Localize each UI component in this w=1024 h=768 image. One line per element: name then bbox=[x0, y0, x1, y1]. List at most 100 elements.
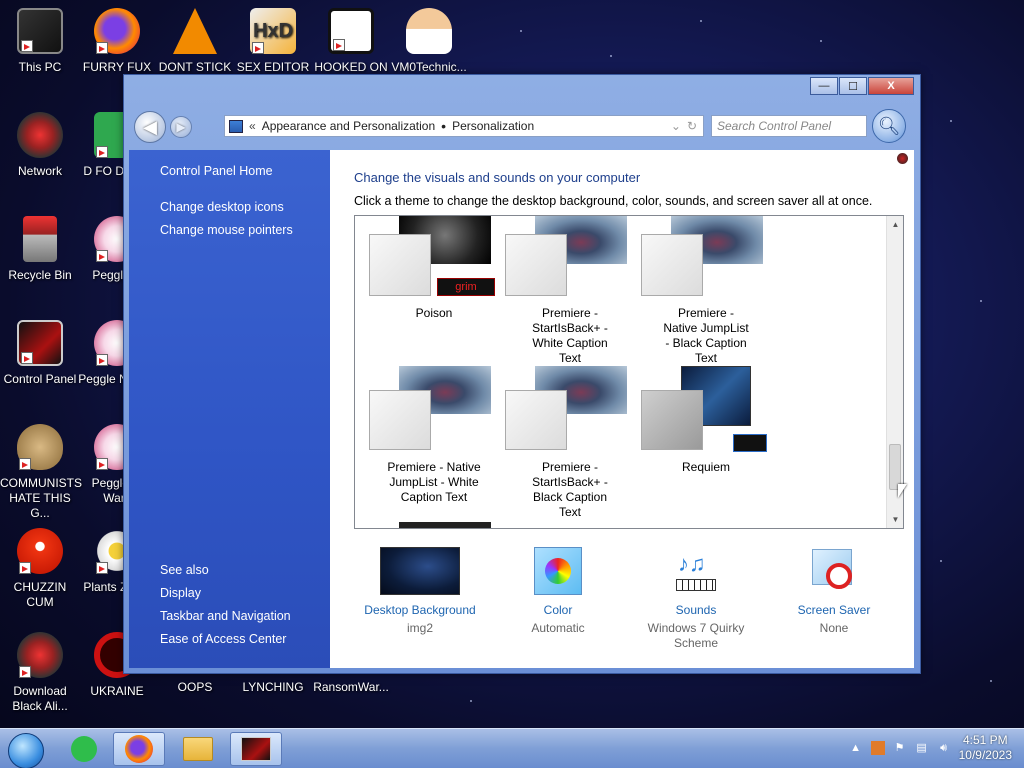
address-bar[interactable]: « Appearance and Personalization • Perso… bbox=[224, 115, 704, 137]
theme-thumbnail bbox=[505, 366, 635, 450]
network-orb-icon bbox=[17, 112, 63, 158]
hxd-icon: HxD bbox=[250, 8, 296, 54]
help-orb-icon[interactable] bbox=[897, 153, 908, 164]
back-button[interactable]: ◀ bbox=[134, 111, 166, 143]
desktop-icon-network[interactable]: Network bbox=[0, 112, 80, 179]
scroll-up-icon[interactable]: ▲ bbox=[887, 216, 903, 233]
screen-saver-label[interactable]: Screen Saver bbox=[769, 603, 899, 617]
search-input[interactable]: Search Control Panel bbox=[711, 115, 867, 137]
desktop-background-label[interactable]: Desktop Background bbox=[355, 603, 485, 617]
taskbar-app-firefox[interactable] bbox=[113, 732, 165, 766]
taskbar-app-notes[interactable] bbox=[58, 732, 110, 766]
control-panel-icon bbox=[241, 737, 271, 761]
change-mouse-pointers-link[interactable]: Change mouse pointers bbox=[160, 223, 293, 237]
desktop-icon-label: FURRY FUX bbox=[82, 60, 152, 74]
desktop-icon-vm0technic[interactable]: VM0Technic... bbox=[389, 8, 469, 75]
firefox-icon bbox=[94, 8, 140, 54]
desktop-icon-label: DONT STICK bbox=[158, 60, 232, 74]
theme-list-scrollbar[interactable]: ▲ ▼ bbox=[886, 216, 903, 528]
network-tray-icon[interactable]: ▤ bbox=[915, 741, 929, 755]
breadcrumb-appearance[interactable]: Appearance and Personalization bbox=[262, 119, 435, 133]
forward-arrow-icon: ▶ bbox=[176, 120, 186, 134]
taskbar-navigation-link[interactable]: Taskbar and Navigation bbox=[160, 609, 291, 623]
sounds-label[interactable]: Sounds bbox=[631, 603, 761, 617]
color-setting[interactable]: Color Automatic bbox=[493, 547, 623, 636]
desktop-background-icon bbox=[380, 547, 460, 595]
desktop-icon-furry-fux[interactable]: FURRY FUX bbox=[77, 8, 157, 75]
desktop-icon-label: LYNCHING bbox=[242, 680, 304, 694]
display-link[interactable]: Display bbox=[160, 586, 201, 600]
color-label[interactable]: Color bbox=[493, 603, 623, 617]
volume-icon[interactable]: 🔊︎ bbox=[937, 741, 951, 755]
breadcrumb-personalization[interactable]: Personalization bbox=[452, 119, 534, 133]
desktop-icon-label: SEX EDITOR bbox=[236, 60, 310, 74]
theme-thumbnail bbox=[641, 366, 771, 452]
flag-icon[interactable]: ⚑ bbox=[893, 741, 907, 755]
desktop-icon-label: Control Panel bbox=[3, 372, 77, 386]
theme-premiere-sib-black[interactable]: Premiere - StartIsBack+ - Black Caption … bbox=[505, 366, 635, 520]
breadcrumb-separator[interactable]: • bbox=[441, 118, 446, 134]
theme-thumbnail bbox=[641, 216, 771, 300]
main-content: Change the visuals and sounds on your co… bbox=[330, 150, 914, 668]
desktop-background-setting[interactable]: Desktop Background img2 bbox=[355, 547, 485, 636]
start-button[interactable] bbox=[8, 733, 44, 768]
close-button[interactable]: X bbox=[868, 77, 914, 95]
theme-list[interactable]: grim Poison Premiere - StartIsBack+ - Wh… bbox=[354, 215, 904, 529]
green-chat-icon bbox=[71, 736, 97, 762]
desktop-icon-oops[interactable]: OOPS bbox=[155, 680, 235, 695]
theme-name: Premiere - StartIsBack+ - White Caption … bbox=[532, 306, 608, 365]
desktop-icon-communists[interactable]: COMMUNISTS HATE THIS G... bbox=[0, 424, 82, 521]
desktop-icon-label: OOPS bbox=[177, 680, 213, 694]
back-arrow-icon: ◀ bbox=[143, 116, 157, 137]
taskbar-app-explorer[interactable] bbox=[172, 732, 224, 766]
theme-premiere-jumplist-white[interactable]: Premiere - Native JumpList - White Capti… bbox=[369, 366, 499, 505]
sounds-setting[interactable]: ♪♫ Sounds Windows 7 Quirky Scheme bbox=[631, 547, 761, 651]
desktop-icon-label: RansomWar... bbox=[313, 680, 389, 694]
tray-app-icon[interactable] bbox=[870, 741, 885, 755]
page-subtitle: Click a theme to change the desktop back… bbox=[354, 194, 873, 208]
desktop-icon-label: UKRAINE bbox=[90, 684, 144, 698]
desktop-icon-hooked-on[interactable]: HOOKED ON bbox=[311, 8, 391, 75]
minimize-button[interactable]: — bbox=[810, 77, 838, 95]
scroll-down-icon[interactable]: ▼ bbox=[887, 511, 903, 528]
theme-premiere-jumplist-black[interactable]: Premiere - Native JumpList - Black Capti… bbox=[641, 216, 771, 366]
desktop-icon-control-panel[interactable]: Control Panel bbox=[0, 320, 80, 387]
theme-premiere-sib-white[interactable]: Premiere - StartIsBack+ - White Caption … bbox=[505, 216, 635, 366]
desktop-icon-sex-editor[interactable]: HxD SEX EDITOR bbox=[233, 8, 313, 75]
clock[interactable]: 4:51 PM 10/9/2023 bbox=[959, 733, 1012, 763]
search-button[interactable]: 🔍︎ bbox=[872, 109, 906, 143]
maximize-button[interactable]: ☐ bbox=[839, 77, 867, 95]
theme-poison[interactable]: grim Poison bbox=[369, 216, 499, 321]
screen-saver-setting[interactable]: Screen Saver None bbox=[769, 547, 899, 636]
desktop-icon-recycle-bin[interactable]: Recycle Bin bbox=[0, 216, 80, 283]
desktop-icon-chuzzin-cum[interactable]: CHUZZIN CUM bbox=[0, 528, 80, 610]
taskbar-app-control-panel[interactable] bbox=[230, 732, 282, 766]
dropdown-chevron-icon[interactable]: ⌄ bbox=[671, 119, 681, 133]
maze-icon bbox=[328, 8, 374, 54]
page-heading: Change the visuals and sounds on your co… bbox=[354, 170, 641, 185]
desktop-icon-label: CHUZZIN CUM bbox=[13, 580, 67, 609]
change-desktop-icons-link[interactable]: Change desktop icons bbox=[160, 200, 284, 214]
refresh-icon[interactable]: ↻ bbox=[687, 119, 697, 133]
theme-requiem[interactable]: Requiem bbox=[641, 366, 771, 475]
desktop-icon-this-pc[interactable]: This PC bbox=[0, 8, 80, 75]
control-panel-home-link[interactable]: Control Panel Home bbox=[160, 164, 273, 178]
forward-button[interactable]: ▶ bbox=[170, 116, 192, 138]
recycle-bin-icon bbox=[23, 216, 57, 262]
theme-name: Requiem bbox=[681, 460, 731, 474]
mouse-cursor-icon bbox=[898, 484, 907, 498]
desktop-icon-lynching[interactable]: LYNCHING bbox=[233, 680, 313, 695]
desktop-icon-dont-stick[interactable]: DONT STICK bbox=[155, 8, 235, 75]
theme-thumbnail: grim bbox=[369, 216, 499, 300]
theme-name: Premiere - StartIsBack+ - Black Caption … bbox=[532, 460, 608, 519]
show-hidden-icons-icon[interactable]: ▲ bbox=[849, 741, 863, 755]
network-orb-icon bbox=[17, 632, 63, 678]
desktop-icon-download-black[interactable]: Download Black Ali... bbox=[0, 632, 80, 714]
desktop-icon-label: This PC bbox=[18, 60, 62, 74]
breadcrumb-chevron[interactable]: « bbox=[249, 119, 256, 133]
vlc-cone-icon bbox=[173, 8, 217, 54]
desktop-icon-ransomware[interactable]: RansomWar... bbox=[311, 680, 391, 695]
theme-tile-label: grim bbox=[437, 278, 495, 296]
ease-of-access-link[interactable]: Ease of Access Center bbox=[160, 632, 286, 646]
folder-icon bbox=[183, 737, 213, 761]
